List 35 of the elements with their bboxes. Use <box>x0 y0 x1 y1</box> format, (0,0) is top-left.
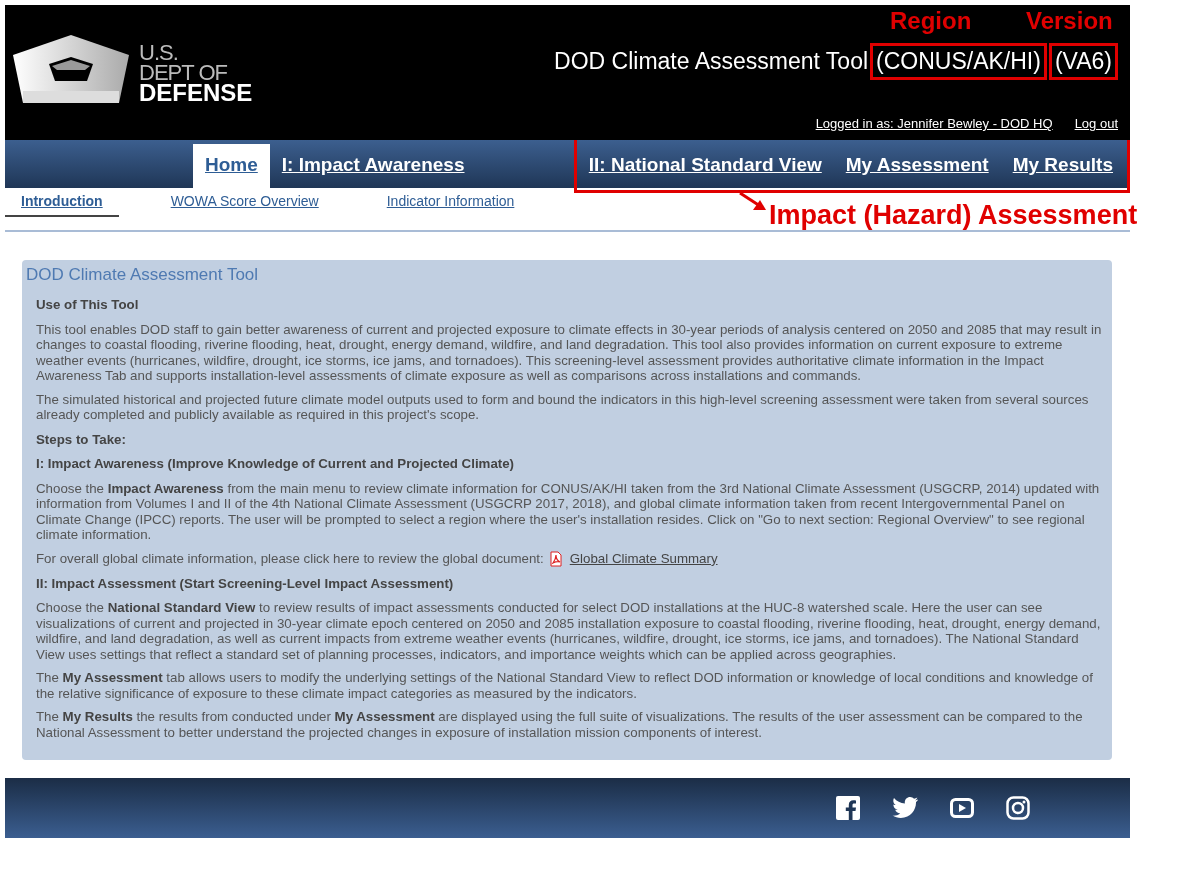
annotation-label: Version <box>1026 7 1113 35</box>
section-heading: II: Impact Assessment (Start Screening-Level Impact Assessment) <box>36 575 455 591</box>
nav-tab[interactable]: I: Impact Awareness <box>269 144 477 188</box>
app-title: DOD Climate Assessment Tool <box>554 48 869 75</box>
body-paragraph: Choose the Impact Awareness from the main menu to review climate information for CONUS/AK/HI taken from the 3rd National Climate Assessment (USGCRP, 2014) updated with information from Volumes I and II of the 4th National Climate Assessment (USGCRP 2017, 2018), and global climate information taken from recent Intergovernmental Panel on Climate Change (IPCC) reports. The user will be prompted to select a region where the user's installation resides. Click on "Go to next section: Regional Overview" to see regional climate information. <box>36 480 1101 543</box>
user-link[interactable]: Logged in as: Jennifer Bewley - DOD HQ <box>815 116 1053 131</box>
section-heading: Steps to Take: <box>36 431 127 447</box>
camera-icon[interactable] <box>1006 796 1030 820</box>
annotation-label: Impact (Hazard) Assessment <box>769 200 1138 231</box>
region-text: (CONUS/AK/HI) <box>870 43 1047 80</box>
section-heading: I: Impact Awareness (Improve Knowledge of Current and Projected Climate) <box>36 456 516 472</box>
sub-tab[interactable]: Introduction <box>5 192 119 217</box>
sub-tab[interactable]: Indicator Information <box>370 192 531 215</box>
logout-link[interactable]: Log out <box>1074 116 1118 131</box>
video-play-icon[interactable] <box>950 798 974 818</box>
body-paragraph: The simulated historical and projected future climate model outputs used to form and bound the indicators in this high-level screening assessment were taken from several sources already completed and publicly available as required in this project's scope. <box>36 391 1090 423</box>
body-paragraph: This tool enables DOD staff to gain better awareness of current and projected exposure to climate effects in 30-year periods of analysis centered on 2050 and 2085 that may result in changes to coastal flooding, riverine flooding, heat, drought, energy demand, wildfire, and land degradation. This tool also provides information on current exposure to extreme weather events (hurricanes, wildfire, drought, ice storms, ice jams, and tornadoes). This screening-level assessment provides authoritative climate information in the Impact Awareness Tab and supports installation-level assessments of climate exposure as well as comparisons across installations and commands. <box>36 321 1102 384</box>
annotation-label: Region <box>890 7 972 35</box>
facebook-icon[interactable] <box>836 796 860 820</box>
sub-tab[interactable]: WOWA Score Overview <box>154 192 335 215</box>
panel-title: DOD Climate Assessment Tool <box>26 264 260 286</box>
nav-tab[interactable]: II: National Standard View <box>576 146 834 184</box>
nav-tab[interactable]: My Results <box>1000 146 1125 184</box>
body-paragraph: The My Results the results from conducted under My Assessment are displayed using the full suite of visualizations. The results of the user assessment can be compared to the National Assessment to better understand the projected changes in exposure of installation mission components of interest. <box>36 709 1084 740</box>
section-heading: Use of This Tool <box>36 297 140 313</box>
pdf-icon <box>547 550 564 567</box>
twitter-icon[interactable] <box>892 797 918 819</box>
version-text: (VA6) <box>1048 43 1118 80</box>
body-text: For overall global climate information, please click here to review the global document: <box>36 550 544 567</box>
logo-wordmark: U.S. DEPT OF DEFENSE <box>139 42 253 103</box>
nav-tab[interactable]: Home <box>193 144 270 188</box>
nav-tab[interactable]: My Assessment <box>833 146 1001 184</box>
pdf-link[interactable]: Global Climate Summary <box>569 550 718 567</box>
body-paragraph: The My Assessment tab allows users to modify the underlying settings of the National Standard View to reflect DOD information or knowledge of local conditions and knowledge of the relative significance of exposure to these climate impact categories as measured by the indicators. <box>36 670 1094 701</box>
body-paragraph: Choose the National Standard View to review results of impact assessments conducted for select DOD installations at the HUC-8 watershed scale. Here the user can see visualizations of current and projected in 30-year climate epoch centered on 2050 and 2085 installation exposure to coastal flooding, riverine flooding, heat, drought, energy demand, wildfire, and land degradation, as well as current impacts from extreme weather events (hurricanes, wildfire, drought, ice storms, ice jams, and tornadoes). The National Standard View uses settings that reflect a standard set of planning processes, indicators, and importance weights which can be applied across geographies. <box>36 600 1102 662</box>
